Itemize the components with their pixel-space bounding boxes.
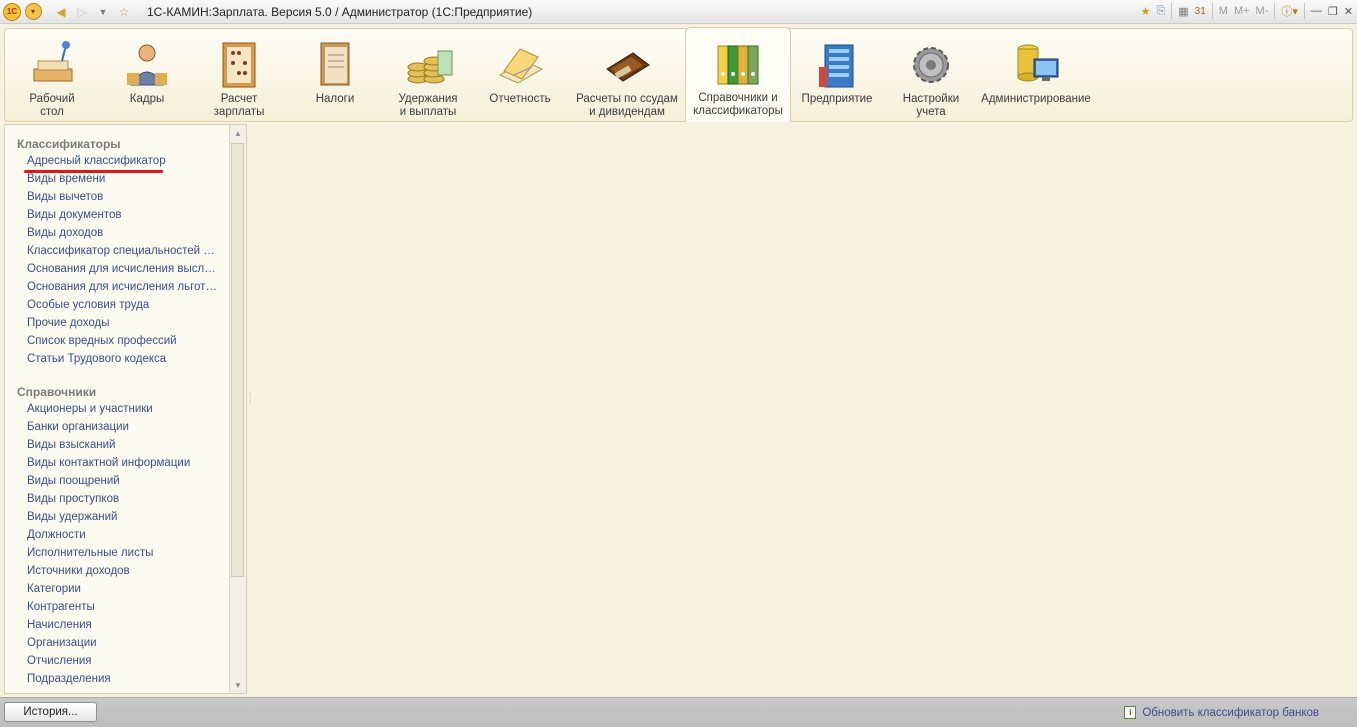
group-title-classifiers: Классификаторы [17,137,121,151]
section-taxes[interactable]: Налоги [295,29,375,121]
memory-minus-button[interactable]: M- [1256,5,1269,17]
calendar-icon[interactable]: 31 [1195,6,1206,17]
abacus-icon [213,39,265,91]
status-bar: История... i Обновить классификатор банк… [0,697,1357,727]
work-area [251,124,1353,694]
title-bar: 1С ▾ ◀ ▷ ▼ ☆ 1С-КАМИН:Зарплата. Версия 5… [0,0,1357,24]
sections-panel: Рабочий стол Кадры Расчет зарплаты Налог… [4,27,1353,122]
gear-icon [905,39,957,91]
update-bank-classifier-link[interactable]: i Обновить классификатор банков [1124,706,1319,719]
window-title: 1С-КАМИН:Зарплата. Версия 5.0 / Админист… [147,4,533,19]
nav-item[interactable]: Источники доходов [27,565,221,577]
memory-m-button[interactable]: M [1219,5,1228,17]
info-icon[interactable]: ⓘ▾ [1281,3,1298,19]
nav-item[interactable]: Должности [27,529,221,541]
nav-item[interactable]: Особые условия труда [27,299,221,311]
section-label: Кадры [129,93,165,105]
scroll-down-icon[interactable]: ▼ [230,677,246,693]
add-favorite-icon[interactable]: ★ [1141,5,1151,18]
report-icon [494,39,546,91]
section-label: Рабочий стол [29,93,75,118]
nav-item[interactable]: Виды документов [27,209,221,221]
minimize-icon[interactable]: — [1311,5,1322,17]
calculator-icon[interactable]: ▦ [1178,5,1188,18]
nav-item[interactable]: Категории [27,583,221,595]
memory-plus-button[interactable]: M+ [1234,5,1250,17]
separator [1303,3,1305,19]
section-payroll[interactable]: Расчет зарплаты [199,29,279,121]
person-icon [121,39,173,91]
wallet-icon [601,39,653,91]
back-icon[interactable]: ◀ [52,3,70,21]
section-accounting-settings[interactable]: Настройки учета [891,29,971,121]
nav-item[interactable]: Виды контактной информации [27,457,221,469]
section-catalogs-classifiers[interactable]: Справочники и классификаторы [685,27,791,122]
nav-item[interactable]: Начисления [27,619,221,631]
section-label: Справочники и классификаторы [693,92,783,117]
nav-item[interactable]: Банки организации [27,421,221,433]
building-icon [811,39,863,91]
separator [1171,3,1173,19]
section-label: Отчетность [489,93,551,105]
section-label: Настройки учета [902,93,960,118]
nav-item[interactable]: Виды времени [27,173,221,185]
section-desktop[interactable]: Рабочий стол [9,29,95,121]
separator [1274,3,1276,19]
nav-item[interactable]: Акционеры и участники [27,403,221,415]
update-bank-classifier-label: Обновить классификатор банков [1142,706,1319,719]
scroll-thumb[interactable] [231,143,244,577]
nav-item[interactable]: Виды поощрений [27,475,221,487]
desk-icon [26,39,78,91]
favorites-star-icon[interactable]: ☆ [115,3,133,21]
section-label: Налоги [315,93,355,105]
coins-icon [402,39,454,91]
nav-item[interactable]: Подразделения [27,673,221,685]
nav-item[interactable]: Статьи Трудового кодекса [27,353,221,365]
nav-item-address-classifier[interactable]: Адресный классификатор [27,155,221,167]
section-administration[interactable]: Администрирование [981,29,1091,121]
nav-item[interactable]: Организации [27,637,221,649]
separator [1211,3,1213,19]
app-logo-icon[interactable]: 1С [3,2,21,21]
nav-item[interactable]: Виды вычетов [27,191,221,203]
section-deductions[interactable]: Удержания и выплаты [383,29,473,121]
forward-icon[interactable]: ▷ [73,3,91,21]
section-label: Администрирование [981,93,1091,105]
nav-item[interactable]: Отчисления [27,655,221,667]
group-title-catalogs: Справочники [17,385,97,399]
nav-item[interactable]: Классификатор специальностей по... [27,245,221,257]
ledger-icon [309,39,361,91]
section-enterprise[interactable]: Предприятие [797,29,877,121]
history-dropdown-icon[interactable]: ▼ [94,3,112,21]
nav-item[interactable]: Основания для исчисления льготно... [27,281,221,293]
restore-icon[interactable]: ❐ [1328,5,1338,18]
navigation-panel: Классификаторы Адресный классификатор Ви… [4,124,247,694]
section-label: Расчет зарплаты [213,93,265,118]
history-button[interactable]: История... [4,702,97,722]
binders-icon [712,38,764,90]
nav-scrollbar[interactable]: ▲ ▼ [229,125,246,693]
section-personnel[interactable]: Кадры [107,29,187,121]
link-icon[interactable]: ⎘ [1156,5,1165,18]
section-label: Удержания и выплаты [398,93,458,118]
section-label: Предприятие [801,93,873,105]
close-icon[interactable]: ✕ [1344,5,1353,18]
main-menu-button[interactable]: ▾ [24,3,42,21]
nav-item[interactable]: Список вредных профессий [27,335,221,347]
nav-item[interactable]: Исполнительные листы [27,547,221,559]
section-loans-dividends[interactable]: Расчеты по ссудам и дивидендам [571,29,683,121]
nav-item[interactable]: Контрагенты [27,601,221,613]
nav-item[interactable]: Виды удержаний [27,511,221,523]
admin-icon [1010,39,1062,91]
nav-item[interactable]: Прочие доходы [27,317,221,329]
scroll-up-icon[interactable]: ▲ [230,125,246,141]
nav-item[interactable]: Виды доходов [27,227,221,239]
nav-item[interactable]: Виды взысканий [27,439,221,451]
nav-item[interactable]: Основания для исчисления выслуг... [27,263,221,275]
section-label: Расчеты по ссудам и дивидендам [576,93,678,118]
section-reporting[interactable]: Отчетность [483,29,557,121]
info-icon: i [1124,706,1137,719]
nav-item[interactable]: Виды проступков [27,493,221,505]
